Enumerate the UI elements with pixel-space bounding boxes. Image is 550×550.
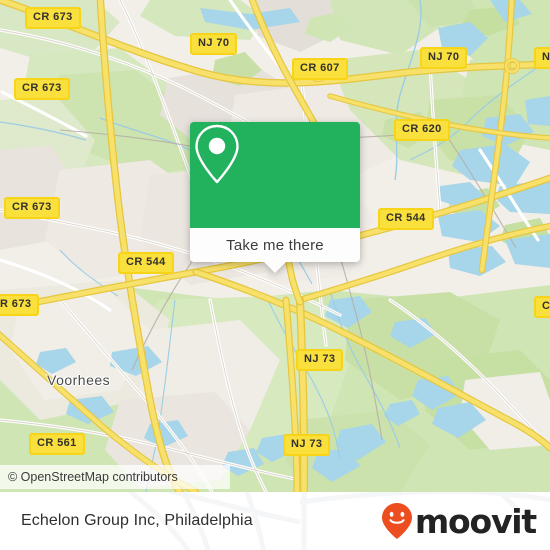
road-shield: CR 673 [25, 7, 81, 29]
road-shield: CR 607 [292, 58, 348, 80]
moovit-wordmark: moovit [414, 501, 537, 541]
road-shield: NJ [534, 47, 550, 69]
take-me-there-label: Take me there [226, 236, 324, 254]
moovit-brand[interactable]: moovit [380, 501, 537, 541]
footer-bar: Echelon Group Inc, Philadelphia moovit [0, 492, 550, 550]
osm-attribution-text: © OpenStreetMap contributors [8, 470, 178, 484]
road-shield: NJ 70 [420, 47, 468, 69]
popup-icon-panel [190, 122, 360, 228]
moovit-map-screenshot: CR 673NJ 70CR 607NJ 70NJCR 673CR 620CR 6… [0, 0, 550, 550]
road-shield: NJ 73 [296, 349, 344, 371]
road-shield: NJ 70 [190, 33, 238, 55]
road-shield: C [534, 296, 550, 318]
location-title: Echelon Group Inc, Philadelphia [21, 512, 253, 529]
road-shield: NJ 73 [283, 434, 331, 456]
road-shield: CR 673 [4, 197, 60, 219]
map-pin-icon [195, 124, 239, 184]
location-popup-card[interactable]: Take me there [190, 122, 360, 273]
map-canvas[interactable]: CR 673NJ 70CR 607NJ 70NJCR 673CR 620CR 6… [0, 0, 550, 492]
osm-attribution[interactable]: © OpenStreetMap contributors [0, 465, 230, 489]
road-shield: CR 561 [29, 433, 85, 455]
road-shield: CR 544 [118, 252, 174, 274]
take-me-there-button[interactable]: Take me there [190, 228, 360, 273]
road-shield: CR 544 [378, 208, 434, 230]
road-shield: CR 620 [394, 119, 450, 141]
place-label: Voorhees [47, 372, 111, 388]
road-shield: CR 673 [14, 78, 70, 100]
popup-tail [264, 262, 286, 273]
moovit-pin-smiley-icon [381, 503, 412, 539]
road-shield: R 673 [0, 294, 40, 316]
